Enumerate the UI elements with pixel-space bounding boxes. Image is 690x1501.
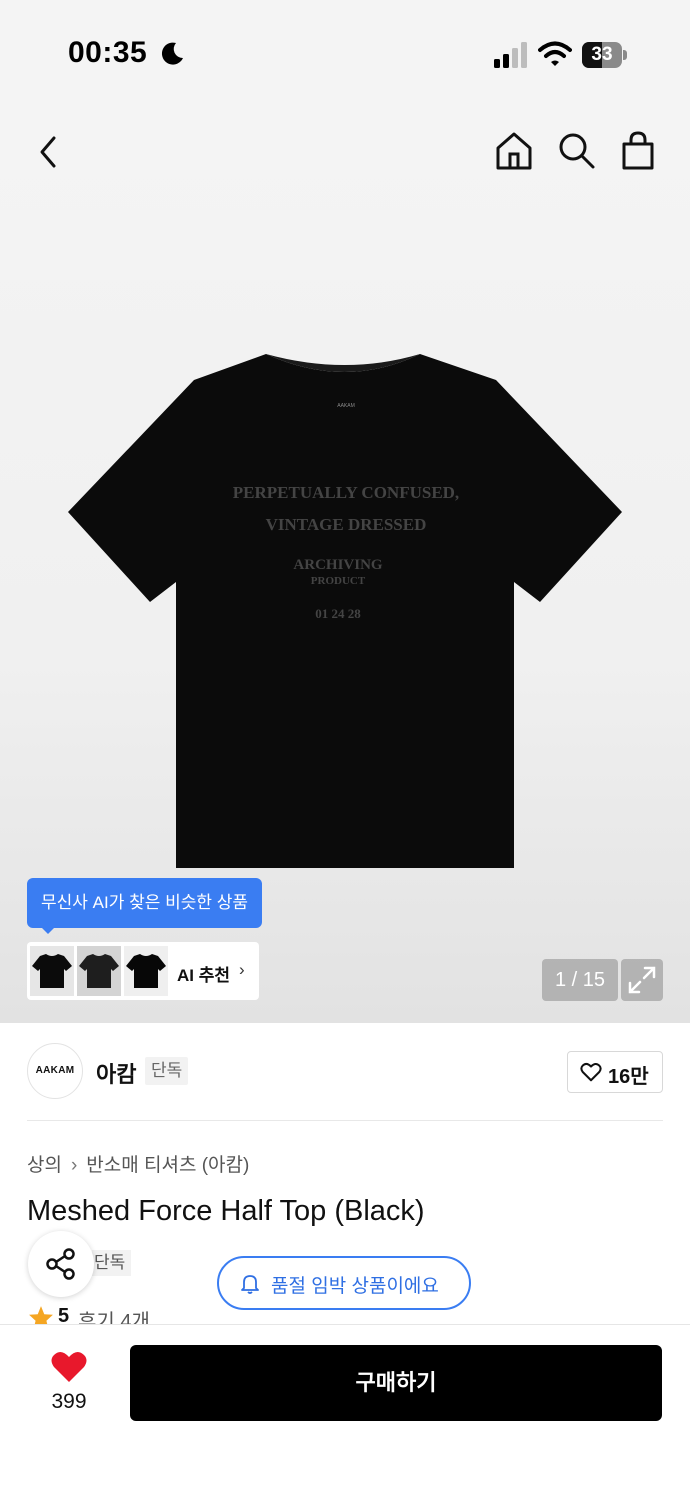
cellular-signal-icon — [494, 42, 527, 68]
ai-recommend-label[interactable]: AI 추천 — [177, 961, 230, 986]
shopping-bag-icon[interactable] — [618, 130, 658, 170]
tshirt-thumbnail-icon — [79, 954, 119, 988]
soldout-soon-notice[interactable]: 품절 임박 상품이에요 — [217, 1256, 471, 1310]
breadcrumb-separator: › — [70, 1155, 78, 1176]
divider — [27, 1120, 663, 1121]
tshirt-thumbnail-icon — [126, 954, 166, 988]
buy-button[interactable]: 구매하기 — [130, 1345, 662, 1421]
print-line-4: PRODUCT — [311, 575, 366, 587]
ai-similar-tooltip[interactable]: 무신사 AI가 찾은 비슷한 상품 — [27, 878, 262, 928]
breadcrumb-subcategory[interactable]: 반소매 티셔츠 (아캄) — [86, 1155, 249, 1176]
heart-outline-icon — [580, 1062, 602, 1082]
ai-thumbnail-2[interactable] — [77, 946, 121, 996]
chevron-right-icon: › — [239, 960, 245, 979]
share-icon — [46, 1248, 75, 1280]
brand-name[interactable]: 아캄 — [96, 1057, 136, 1089]
soldout-notice-text: 품절 임박 상품이에요 — [271, 1276, 439, 1297]
ai-recommend-strip[interactable]: AI 추천 › — [27, 942, 259, 1000]
breadcrumb-category[interactable]: 상의 — [27, 1155, 62, 1176]
product-title: Meshed Force Half Top (Black) — [27, 1195, 425, 1227]
print-line-1: PERPETUALLY CONFUSED, — [233, 483, 459, 502]
search-icon[interactable] — [556, 130, 596, 170]
ai-thumbnail-3[interactable] — [124, 946, 168, 996]
tshirt-thumbnail-icon — [32, 954, 72, 988]
moon-icon — [161, 42, 183, 65]
battery-icon: 33 — [582, 42, 628, 68]
product-photo-tshirt: PERPETUALLY CONFUSED, VINTAGE DRESSED AR… — [68, 354, 622, 868]
print-line-5: 01 24 28 — [315, 606, 361, 621]
brand-exclusive-badge: 단독 — [145, 1057, 189, 1085]
tooltip-arrow — [40, 926, 56, 934]
back-arrow-icon[interactable] — [30, 132, 70, 172]
heart-filled-icon[interactable] — [50, 1350, 88, 1384]
print-line-2: VINTAGE DRESSED — [266, 515, 427, 534]
share-button[interactable] — [28, 1231, 94, 1297]
brand-logo-text: AAKAM — [35, 1065, 75, 1076]
ai-thumbnail-1[interactable] — [30, 946, 74, 996]
image-page-counter: 1 / 15 — [542, 959, 618, 1001]
brand-like-count: 16만 — [608, 1066, 649, 1088]
bell-icon — [241, 1275, 259, 1294]
expand-icon — [628, 966, 656, 994]
brand-like-button[interactable]: 16만 — [567, 1051, 663, 1093]
wish-count: 399 — [51, 1390, 87, 1413]
print-line-3: ARCHIVING — [293, 557, 383, 573]
brand-logo[interactable]: AAKAM — [27, 1043, 83, 1099]
status-time: 00:35 — [68, 36, 148, 69]
neck-label: AAKAM — [337, 403, 355, 409]
product-exclusive-tag: 단독 — [92, 1250, 132, 1276]
wifi-icon — [538, 41, 572, 66]
battery-percent: 33 — [591, 44, 613, 65]
home-icon[interactable] — [494, 130, 534, 170]
expand-image-button[interactable] — [621, 959, 663, 1001]
breadcrumb: 상의 › 반소매 티셔츠 (아캄) — [27, 1150, 249, 1177]
